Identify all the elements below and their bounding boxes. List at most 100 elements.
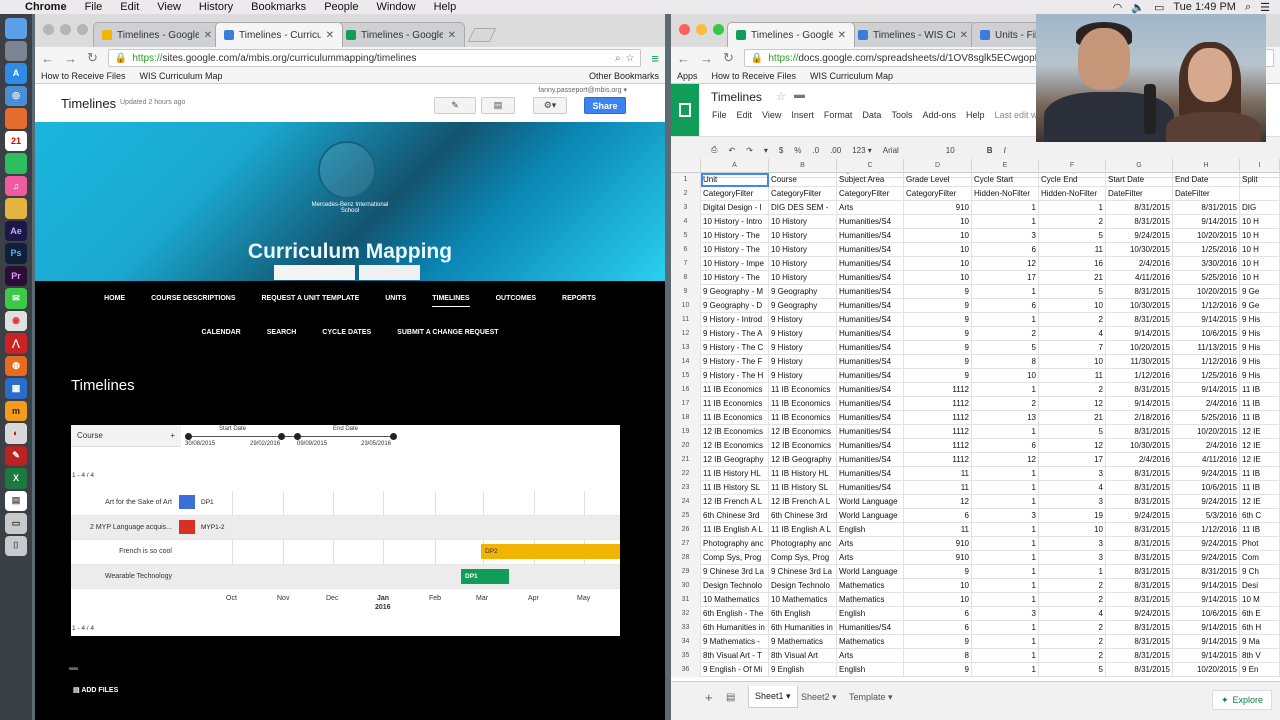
table-cell[interactable]: 6th H <box>1240 621 1280 635</box>
scanner-icon[interactable]: ▭ <box>5 513 27 534</box>
folder-icon[interactable]: ▬ <box>794 89 805 101</box>
column-header-partial[interactable] <box>1240 159 1280 173</box>
table-cell[interactable]: World Language <box>837 565 904 579</box>
table-cell[interactable]: 1 <box>972 635 1039 649</box>
new-tab-button[interactable] <box>467 28 497 42</box>
table-cell[interactable]: 12 IB French A L <box>769 495 837 509</box>
table-cell[interactable]: Start Date <box>1106 173 1173 187</box>
table-cell[interactable]: 2 <box>1039 649 1106 663</box>
table-cell[interactable]: 12 IB Geography <box>769 453 837 467</box>
row-header[interactable]: 3 <box>671 201 701 215</box>
menu-help[interactable]: Help <box>966 110 985 120</box>
sheet-tab-template[interactable]: Template ▾ <box>843 686 899 708</box>
table-cell[interactable]: 8/31/2015 <box>1106 663 1173 677</box>
table-cell[interactable]: 10 <box>1039 355 1106 369</box>
row-header[interactable]: 2 <box>671 187 701 201</box>
table-cell[interactable]: 3 <box>1039 537 1106 551</box>
row-header[interactable]: 8 <box>671 271 701 285</box>
table-cell[interactable]: 6th Humanities in <box>769 621 837 635</box>
table-cell[interactable]: 9 <box>904 663 972 677</box>
table-cell[interactable]: Humanities/S4 <box>837 313 904 327</box>
forward-icon[interactable]: → <box>700 51 713 66</box>
table-cell[interactable]: 1 <box>972 313 1039 327</box>
row-header[interactable]: 26 <box>671 523 701 537</box>
search-icon[interactable]: ⌕ <box>1245 1 1251 14</box>
table-cell[interactable]: 11/13/2015 <box>1173 341 1240 355</box>
finder-icon[interactable] <box>5 18 27 39</box>
explore-button[interactable]: ✦ Explore <box>1211 690 1272 710</box>
nav-request-unit-template[interactable]: REQUEST A UNIT TEMPLATE <box>262 295 360 307</box>
table-cell[interactable]: 9/14/2015 <box>1173 579 1240 593</box>
select-all-corner[interactable] <box>671 159 701 173</box>
add-filter-icon[interactable]: + <box>170 431 175 440</box>
table-cell[interactable]: 1 <box>972 215 1039 229</box>
table-cell[interactable]: 12 IE <box>1240 495 1280 509</box>
table-cell[interactable]: 9 Chinese 3rd La <box>701 565 769 579</box>
nav-submit-change-request[interactable]: SUBMIT A CHANGE REQUEST <box>397 329 498 336</box>
table-cell[interactable]: 11 <box>1039 243 1106 257</box>
table-cell[interactable]: 9 Ge <box>1240 285 1280 299</box>
table-cell[interactable]: 3 <box>1039 467 1106 481</box>
table-cell[interactable]: 9/14/2015 <box>1173 313 1240 327</box>
table-cell[interactable]: 9 History <box>769 313 837 327</box>
table-cell[interactable]: 2 <box>1039 593 1106 607</box>
table-cell[interactable]: World Language <box>837 495 904 509</box>
table-cell[interactable]: 10 <box>904 271 972 285</box>
table-cell[interactable]: 11 <box>1039 369 1106 383</box>
maps-icon[interactable]: ◐ <box>5 423 27 444</box>
row-header[interactable]: 23 <box>671 481 701 495</box>
table-cell[interactable]: 10/6/2015 <box>1173 327 1240 341</box>
table-cell[interactable]: 9 Geography - D <box>701 299 769 313</box>
table-cell[interactable]: 12 IE <box>1240 439 1280 453</box>
table-cell[interactable]: 1/12/2016 <box>1106 369 1173 383</box>
table-cell[interactable]: 8/31/2015 <box>1106 523 1173 537</box>
close-tab-icon[interactable]: ✕ <box>448 30 456 41</box>
table-cell[interactable]: 910 <box>904 551 972 565</box>
timeline-row[interactable]: 2 MYP Language acquis... MYP1-2 <box>71 515 620 540</box>
row-header[interactable]: 12 <box>671 327 701 341</box>
table-cell[interactable]: 9 History - Introd <box>701 313 769 327</box>
close-tab-icon[interactable]: ✕ <box>204 30 212 41</box>
table-cell[interactable]: 5 <box>1039 285 1106 299</box>
currency-button[interactable]: $ <box>779 146 783 155</box>
notes-icon[interactable] <box>5 198 27 219</box>
table-cell[interactable]: 10 History <box>769 243 837 257</box>
table-cell[interactable]: 9 <box>904 327 972 341</box>
table-cell[interactable]: 9/14/2015 <box>1173 215 1240 229</box>
table-cell[interactable]: 12 IB Economics <box>701 439 769 453</box>
table-cell[interactable]: English <box>837 607 904 621</box>
table-cell[interactable]: 4 <box>1039 327 1106 341</box>
table-cell[interactable]: 1/12/2016 <box>1173 523 1240 537</box>
table-cell[interactable]: Grade Level <box>904 173 972 187</box>
table-cell[interactable]: 1/12/2016 <box>1173 355 1240 369</box>
table-cell[interactable]: 11 IB History SL <box>701 481 769 495</box>
table-cell[interactable]: 2/4/2016 <box>1173 397 1240 411</box>
table-cell[interactable]: CategoryFilter <box>837 187 904 201</box>
table-cell[interactable]: 9 History <box>769 355 837 369</box>
table-cell[interactable]: 10 History - The <box>701 271 769 285</box>
table-cell[interactable]: 3 <box>1039 495 1106 509</box>
table-cell[interactable]: 5/3/2016 <box>1173 509 1240 523</box>
table-cell[interactable]: Humanities/S4 <box>837 425 904 439</box>
table-cell[interactable]: 10 <box>904 593 972 607</box>
course-filter[interactable]: Course + <box>71 425 181 447</box>
table-cell[interactable]: 9/14/2015 <box>1173 621 1240 635</box>
table-cell[interactable]: 10 History <box>769 215 837 229</box>
table-cell[interactable]: Subject Area <box>837 173 904 187</box>
table-cell[interactable]: Split <box>1240 173 1280 187</box>
close-tab-icon[interactable]: ✕ <box>960 30 968 41</box>
table-cell[interactable]: 10/6/2015 <box>1173 607 1240 621</box>
vectorize-icon[interactable]: ✎ <box>5 445 27 466</box>
table-cell[interactable]: 10 <box>972 369 1039 383</box>
chrome-icon[interactable]: ◉ <box>5 310 27 331</box>
acrobat-icon[interactable]: ⋀ <box>5 333 27 354</box>
itunes-icon[interactable]: ♫ <box>5 175 27 196</box>
table-cell[interactable]: 10 <box>904 579 972 593</box>
row-header[interactable]: 16 <box>671 383 701 397</box>
percent-button[interactable]: % <box>794 146 801 155</box>
table-cell[interactable]: 6th Chinese 3rd <box>701 509 769 523</box>
tab-timelines-sheets[interactable]: Timelines - Google She✕ <box>727 22 855 47</box>
table-cell[interactable]: 2 <box>1039 215 1106 229</box>
star-icon[interactable]: ☆ <box>625 53 634 64</box>
table-cell[interactable]: 2 <box>1039 635 1106 649</box>
